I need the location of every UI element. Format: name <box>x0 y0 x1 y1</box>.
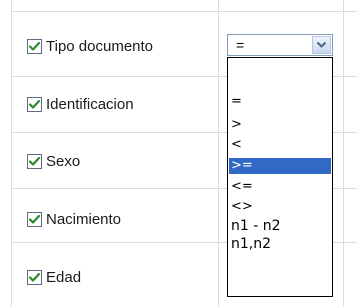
operator-select[interactable]: = <box>227 34 333 56</box>
grid-line <box>11 0 12 307</box>
dropdown-button[interactable] <box>312 36 331 54</box>
checkmark-icon <box>28 214 41 224</box>
filter-label: Tipo documento <box>46 37 154 55</box>
option-range[interactable]: n1 - n2 <box>229 218 331 234</box>
filter-edad[interactable]: Edad <box>27 266 81 288</box>
option-list[interactable]: n1,n2 <box>229 236 331 252</box>
option-equal[interactable]: = <box>229 94 331 110</box>
option-greater-equal[interactable]: >= <box>229 158 331 174</box>
checkbox-sexo[interactable] <box>27 153 42 169</box>
operator-dropdown-list[interactable]: = > < >= <= <> n1 - n2 n1,n2 <box>227 57 333 297</box>
option-not-equal[interactable]: <> <box>229 199 331 215</box>
filter-tipo-documento[interactable]: Tipo documento <box>27 35 153 57</box>
grid-line <box>11 11 357 12</box>
checkbox-tipo-documento[interactable] <box>27 38 42 54</box>
checkbox-identificacion[interactable] <box>27 96 42 112</box>
filter-label: Edad <box>46 268 82 286</box>
filter-nacimiento[interactable]: Nacimiento <box>27 208 121 230</box>
checkmark-icon <box>28 156 41 166</box>
option-greater[interactable]: > <box>229 117 331 133</box>
filter-sexo[interactable]: Sexo <box>27 150 80 172</box>
filter-label: Sexo <box>46 152 81 170</box>
chevron-down-icon <box>316 41 327 48</box>
option-less[interactable]: < <box>229 137 331 153</box>
grid-line <box>218 0 219 307</box>
checkbox-edad[interactable] <box>27 269 42 285</box>
filter-label: Nacimiento <box>46 210 122 228</box>
filter-label: Identificacion <box>46 95 134 113</box>
checkbox-nacimiento[interactable] <box>27 211 42 227</box>
filter-identificacion[interactable]: Identificacion <box>27 93 134 115</box>
option-less-equal[interactable]: <= <box>229 179 331 195</box>
option-empty[interactable] <box>229 66 331 82</box>
operator-select-value: = <box>236 37 245 53</box>
checkmark-icon <box>28 41 41 51</box>
checkmark-icon <box>28 99 41 109</box>
checkmark-icon <box>28 272 41 282</box>
grid-line <box>343 0 344 307</box>
